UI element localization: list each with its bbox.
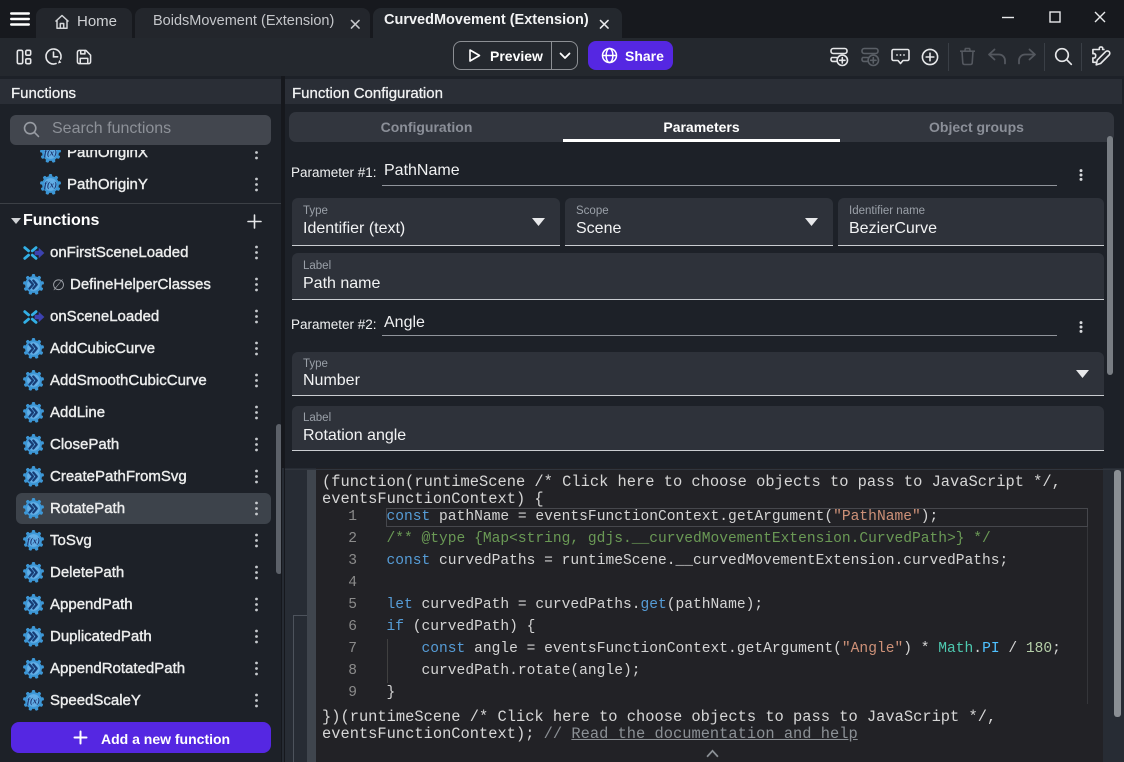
svg-text:f(x): f(x) — [44, 150, 57, 158]
svg-text:f(x): f(x) — [27, 696, 40, 706]
svg-text:f(x): f(x) — [44, 180, 57, 190]
svg-text:f(x): f(x) — [27, 536, 40, 546]
